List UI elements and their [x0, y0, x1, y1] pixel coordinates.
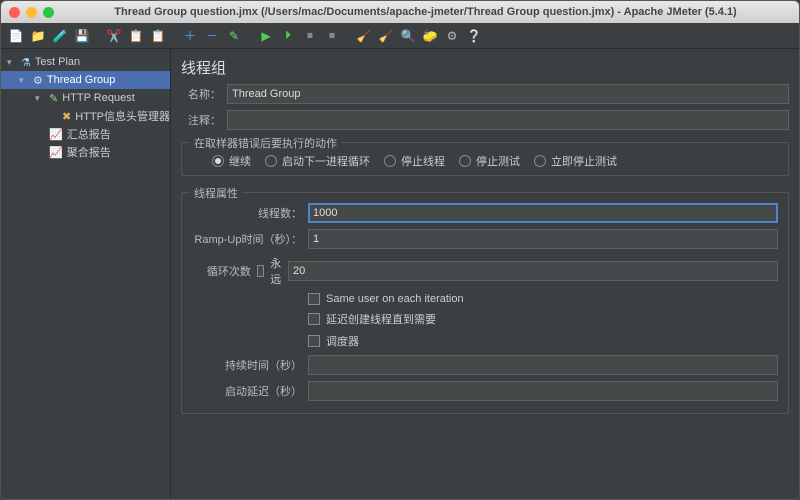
search-icon[interactable]: 🔍 [399, 27, 417, 45]
radio-label: 立即停止测试 [551, 153, 617, 169]
clear-all-icon[interactable]: 🧹 [377, 27, 395, 45]
thread-properties-group: 线程属性 线程数： Ramp-Up时间（秒）： 循环次数 永远 Same use… [181, 192, 789, 414]
stop-icon[interactable]: ⏹ [301, 27, 319, 45]
radio-stop-now[interactable]: 立即停止测试 [534, 153, 617, 169]
tree-label: HTTP Request [62, 92, 135, 104]
same-user-checkbox[interactable] [308, 293, 320, 305]
tree-label: Thread Group [47, 74, 115, 86]
tree-label: HTTP信息头管理器 [75, 108, 170, 124]
rampup-label: Ramp-Up时间（秒）： [192, 231, 302, 247]
tree-label: 聚合报告 [67, 144, 111, 160]
radio-label: 停止测试 [476, 153, 520, 169]
radio-label: 继续 [229, 153, 251, 169]
comment-label: 注释： [181, 112, 221, 128]
tree-node-test-plan[interactable]: ▾⚗Test Plan [1, 53, 170, 71]
duration-label: 持续时间（秒） [192, 357, 302, 373]
zoom-icon[interactable] [43, 7, 54, 18]
delay-create-label: 延迟创建线程直到需要 [326, 311, 436, 327]
save-icon[interactable]: 💾 [73, 27, 91, 45]
threads-label: 线程数： [192, 205, 302, 221]
cut-icon[interactable]: ✂️ [105, 27, 123, 45]
startup-delay-input [308, 381, 778, 401]
close-icon[interactable] [9, 7, 20, 18]
loop-input[interactable] [288, 261, 778, 281]
forever-checkbox[interactable] [257, 265, 264, 277]
radio-next-loop[interactable]: 启动下一进程循环 [265, 153, 370, 169]
fn-icon[interactable]: ⚙ [443, 27, 461, 45]
scheduler-checkbox[interactable] [308, 335, 320, 347]
tree-label: Test Plan [35, 56, 80, 68]
titlebar: Thread Group question.jmx (/Users/mac/Do… [1, 1, 799, 23]
name-input[interactable] [227, 84, 789, 104]
tree-node-summary-report[interactable]: 📈汇总报告 [1, 125, 170, 143]
delay-create-checkbox[interactable] [308, 313, 320, 325]
tree-node-aggregate-report[interactable]: 📈聚合报告 [1, 143, 170, 161]
window-title: Thread Group question.jmx (/Users/mac/Do… [60, 6, 791, 18]
templates-icon[interactable]: 📁 [29, 27, 47, 45]
minimize-icon[interactable] [26, 7, 37, 18]
remove-icon[interactable]: － [203, 27, 221, 45]
rampup-input[interactable] [308, 229, 778, 249]
name-label: 名称： [181, 86, 221, 102]
duration-input [308, 355, 778, 375]
start-no-pause-icon[interactable]: ⏵ [279, 27, 297, 45]
tree-node-thread-group[interactable]: ▾⚙Thread Group [1, 71, 170, 89]
open-icon[interactable]: 🧪 [51, 27, 69, 45]
panel-heading: 线程组 [181, 57, 789, 78]
radio-label: 停止线程 [401, 153, 445, 169]
tree-label: 汇总报告 [67, 126, 111, 142]
radio-stop-thread[interactable]: 停止线程 [384, 153, 445, 169]
new-icon[interactable]: 📄 [7, 27, 25, 45]
tree-node-http-request[interactable]: ▾✎HTTP Request [1, 89, 170, 107]
tree-node-header-manager[interactable]: ✖HTTP信息头管理器 [1, 107, 170, 125]
comment-input[interactable] [227, 110, 789, 130]
paste-icon[interactable]: 📋 [149, 27, 167, 45]
shutdown-icon[interactable]: ⏹ [323, 27, 341, 45]
on-error-legend: 在取样器错误后要执行的动作 [190, 135, 341, 151]
on-error-group: 在取样器错误后要执行的动作 继续 启动下一进程循环 停止线程 停止测试 立即停止… [181, 142, 789, 176]
radio-stop-test[interactable]: 停止测试 [459, 153, 520, 169]
add-icon[interactable]: ＋ [181, 27, 199, 45]
startup-delay-label: 启动延迟（秒） [192, 383, 302, 399]
copy-icon[interactable]: 📋 [127, 27, 145, 45]
loop-label: 循环次数 [192, 263, 251, 279]
radio-continue[interactable]: 继续 [212, 153, 251, 169]
toggle-icon[interactable]: ✎ [225, 27, 243, 45]
thread-properties-legend: 线程属性 [190, 185, 242, 201]
scheduler-label: 调度器 [326, 333, 359, 349]
start-icon[interactable]: ▶ [257, 27, 275, 45]
threads-input[interactable] [308, 203, 778, 223]
same-user-label: Same user on each iteration [326, 293, 464, 305]
reset-search-icon[interactable]: 🧽 [421, 27, 439, 45]
help-icon[interactable]: ❔ [465, 27, 483, 45]
radio-label: 启动下一进程循环 [282, 153, 370, 169]
test-plan-tree[interactable]: ▾⚗Test Plan ▾⚙Thread Group ▾✎HTTP Reques… [1, 49, 171, 499]
config-panel: 线程组 名称： 注释： 在取样器错误后要执行的动作 继续 启动下一进程循环 停止… [171, 49, 799, 499]
toolbar: 📄 📁 🧪 💾 ✂️ 📋 📋 ＋ － ✎ ▶ ⏵ ⏹ ⏹ 🧹 🧹 🔍 🧽 ⚙ ❔ [1, 23, 799, 49]
clear-icon[interactable]: 🧹 [355, 27, 373, 45]
forever-label: 永远 [270, 255, 282, 287]
